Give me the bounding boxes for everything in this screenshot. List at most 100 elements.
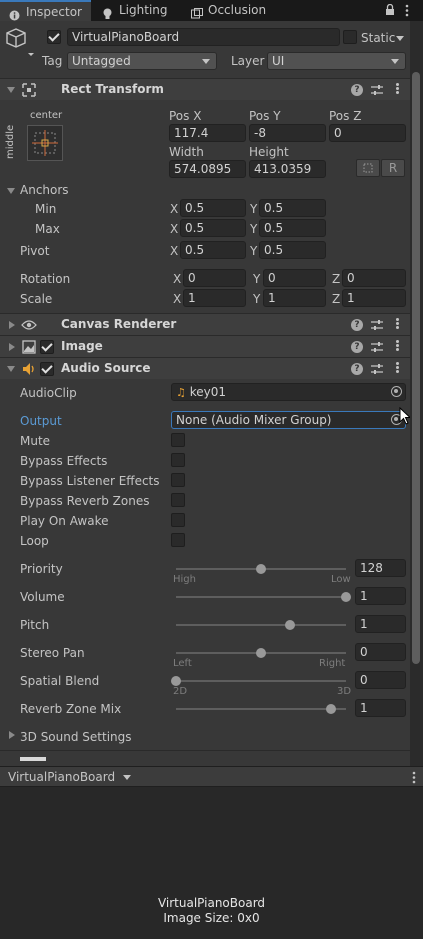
bypass-listener-effects-checkbox[interactable] — [171, 473, 185, 487]
anchors-foldout-icon[interactable] — [7, 188, 15, 194]
stereo-pan-max-hint: Right — [319, 658, 346, 669]
foldout-arrow-icon[interactable] — [7, 87, 15, 93]
help-icon[interactable]: ? — [351, 341, 363, 353]
pos-y-input[interactable]: -8 — [249, 124, 326, 142]
reverb-zone-mix-slider-track[interactable] — [176, 708, 346, 710]
static-dropdown-arrow-icon[interactable] — [396, 36, 404, 41]
component-menu-icon[interactable] — [396, 318, 399, 330]
inspector-scrollbar-thumb[interactable] — [412, 72, 420, 664]
pivot-y-input[interactable]: 0.5 — [259, 241, 326, 259]
rotation-y-input[interactable]: 0 — [263, 269, 326, 287]
pitch-value-input[interactable]: 1 — [355, 615, 406, 633]
preview-image-size: Image Size: 0x0 — [163, 911, 260, 925]
rect-transform-header[interactable]: Rect Transform ? — [0, 78, 410, 100]
mute-checkbox[interactable] — [171, 433, 185, 447]
static-label[interactable]: Static — [361, 31, 395, 45]
component-menu-icon[interactable] — [396, 83, 399, 95]
scale-z-input[interactable]: 1 — [342, 289, 406, 307]
spatial-blend-slider-track[interactable] — [176, 680, 346, 682]
component-menu-icon[interactable] — [396, 362, 399, 374]
sound-settings-foldout-icon[interactable] — [9, 731, 15, 739]
help-icon[interactable]: ? — [351, 363, 363, 375]
spatial-blend-slider-knob[interactable] — [171, 676, 181, 686]
rotation-z-input[interactable]: 0 — [342, 269, 406, 287]
audio-source-header[interactable]: Audio Source ? — [0, 357, 410, 379]
volume-slider-track[interactable] — [176, 596, 346, 598]
bypass-reverb-zones-checkbox[interactable] — [171, 493, 185, 507]
preset-sliders-icon[interactable] — [371, 84, 383, 96]
spatial-blend-max-hint: 3D — [337, 686, 352, 697]
canvas-renderer-header[interactable]: Canvas Renderer ? — [0, 313, 410, 335]
stereo-pan-min-hint: Left — [173, 658, 192, 669]
anchor-presets-button[interactable] — [27, 125, 63, 161]
audioclip-field[interactable]: ♫ key01 — [171, 383, 406, 401]
lock-icon[interactable] — [385, 3, 395, 19]
volume-value-input[interactable]: 1 — [355, 587, 406, 605]
gameobject-cube-icon[interactable] — [6, 27, 34, 60]
foldout-arrow-icon[interactable] — [9, 343, 15, 351]
more-options-icon[interactable] — [405, 4, 409, 20]
loop-checkbox[interactable] — [171, 533, 185, 547]
anchor-min-x-input[interactable]: 0.5 — [180, 199, 246, 217]
pos-z-input[interactable]: 0 — [329, 124, 406, 142]
foldout-arrow-icon[interactable] — [7, 366, 15, 372]
image-header[interactable]: Image ? — [0, 335, 410, 357]
height-input[interactable]: 413.0359 — [249, 160, 326, 178]
tag-value: Untagged — [72, 54, 131, 68]
pitch-slider-knob[interactable] — [284, 620, 295, 630]
preset-sliders-icon[interactable] — [371, 363, 383, 375]
stereo-pan-value-input[interactable]: 0 — [355, 643, 406, 661]
play-on-awake-checkbox[interactable] — [171, 513, 185, 527]
rotation-x-input[interactable]: 0 — [183, 269, 246, 287]
preview-dropdown[interactable]: VirtualPianoBoard — [8, 770, 131, 784]
scale-x-input[interactable]: 1 — [183, 289, 246, 307]
sound-settings-label[interactable]: 3D Sound Settings — [20, 730, 132, 744]
layer-dropdown[interactable]: UI — [267, 52, 406, 70]
anchor-max-x-input[interactable]: 0.5 — [180, 219, 246, 237]
tab-lighting[interactable]: Lighting — [93, 0, 183, 21]
pos-x-input[interactable]: 117.4 — [169, 124, 246, 142]
bypass-effects-checkbox[interactable] — [171, 453, 185, 467]
static-checkbox[interactable] — [343, 30, 357, 44]
help-icon[interactable]: ? — [351, 84, 363, 96]
anchor-max-y-input[interactable]: 0.5 — [259, 219, 326, 237]
anchors-label[interactable]: Anchors — [20, 183, 69, 197]
priority-value-input[interactable]: 128 — [355, 559, 406, 577]
help-icon[interactable]: ? — [351, 319, 363, 331]
tab-occlusion[interactable]: Occlusion — [182, 0, 277, 21]
axis-x-label: X — [173, 272, 182, 286]
audio-source-enabled-checkbox[interactable] — [40, 362, 54, 376]
bypass-effects-label: Bypass Effects — [20, 454, 108, 468]
stereo-pan-slider-knob[interactable] — [256, 648, 266, 658]
output-field[interactable]: None (Audio Mixer Group) — [171, 411, 406, 429]
pitch-slider-track[interactable] — [176, 624, 346, 626]
reverb-zone-mix-value-input[interactable]: 1 — [355, 699, 406, 717]
object-name-input[interactable]: VirtualPianoBoard — [67, 28, 340, 46]
component-menu-icon[interactable] — [396, 340, 399, 352]
spatial-blend-min-hint: 2D — [173, 686, 188, 697]
blueprint-mode-button[interactable] — [356, 159, 380, 177]
priority-label: Priority — [20, 562, 63, 576]
spatial-blend-value-input[interactable]: 0 — [355, 671, 406, 689]
inspector-panel: VirtualPianoBoard Static Tag Untagged La… — [0, 21, 410, 766]
object-picker-icon[interactable] — [391, 386, 402, 397]
raw-edit-button[interactable]: R — [381, 159, 405, 177]
volume-slider-knob[interactable] — [341, 592, 351, 602]
pivot-x-input[interactable]: 0.5 — [180, 241, 246, 259]
anchor-min-y-input[interactable]: 0.5 — [259, 199, 326, 217]
reverb-zone-mix-slider-knob[interactable] — [325, 704, 336, 714]
axis-z-label: Z — [332, 292, 341, 306]
image-enabled-checkbox[interactable] — [40, 340, 54, 354]
preset-sliders-icon[interactable] — [371, 341, 383, 353]
width-input[interactable]: 574.0895 — [169, 160, 246, 178]
tag-dropdown[interactable]: Untagged — [67, 52, 217, 70]
scale-y-input[interactable]: 1 — [263, 289, 326, 307]
light-bulb-icon — [102, 5, 113, 19]
active-checkbox[interactable] — [47, 30, 61, 44]
preset-sliders-icon[interactable] — [371, 319, 383, 331]
pos-z-label: Pos Z — [329, 109, 362, 123]
preview-menu-icon[interactable] — [412, 771, 416, 787]
priority-slider-knob[interactable] — [256, 564, 266, 574]
tab-inspector[interactable]: Inspector — [0, 0, 91, 21]
foldout-arrow-icon[interactable] — [9, 321, 15, 329]
